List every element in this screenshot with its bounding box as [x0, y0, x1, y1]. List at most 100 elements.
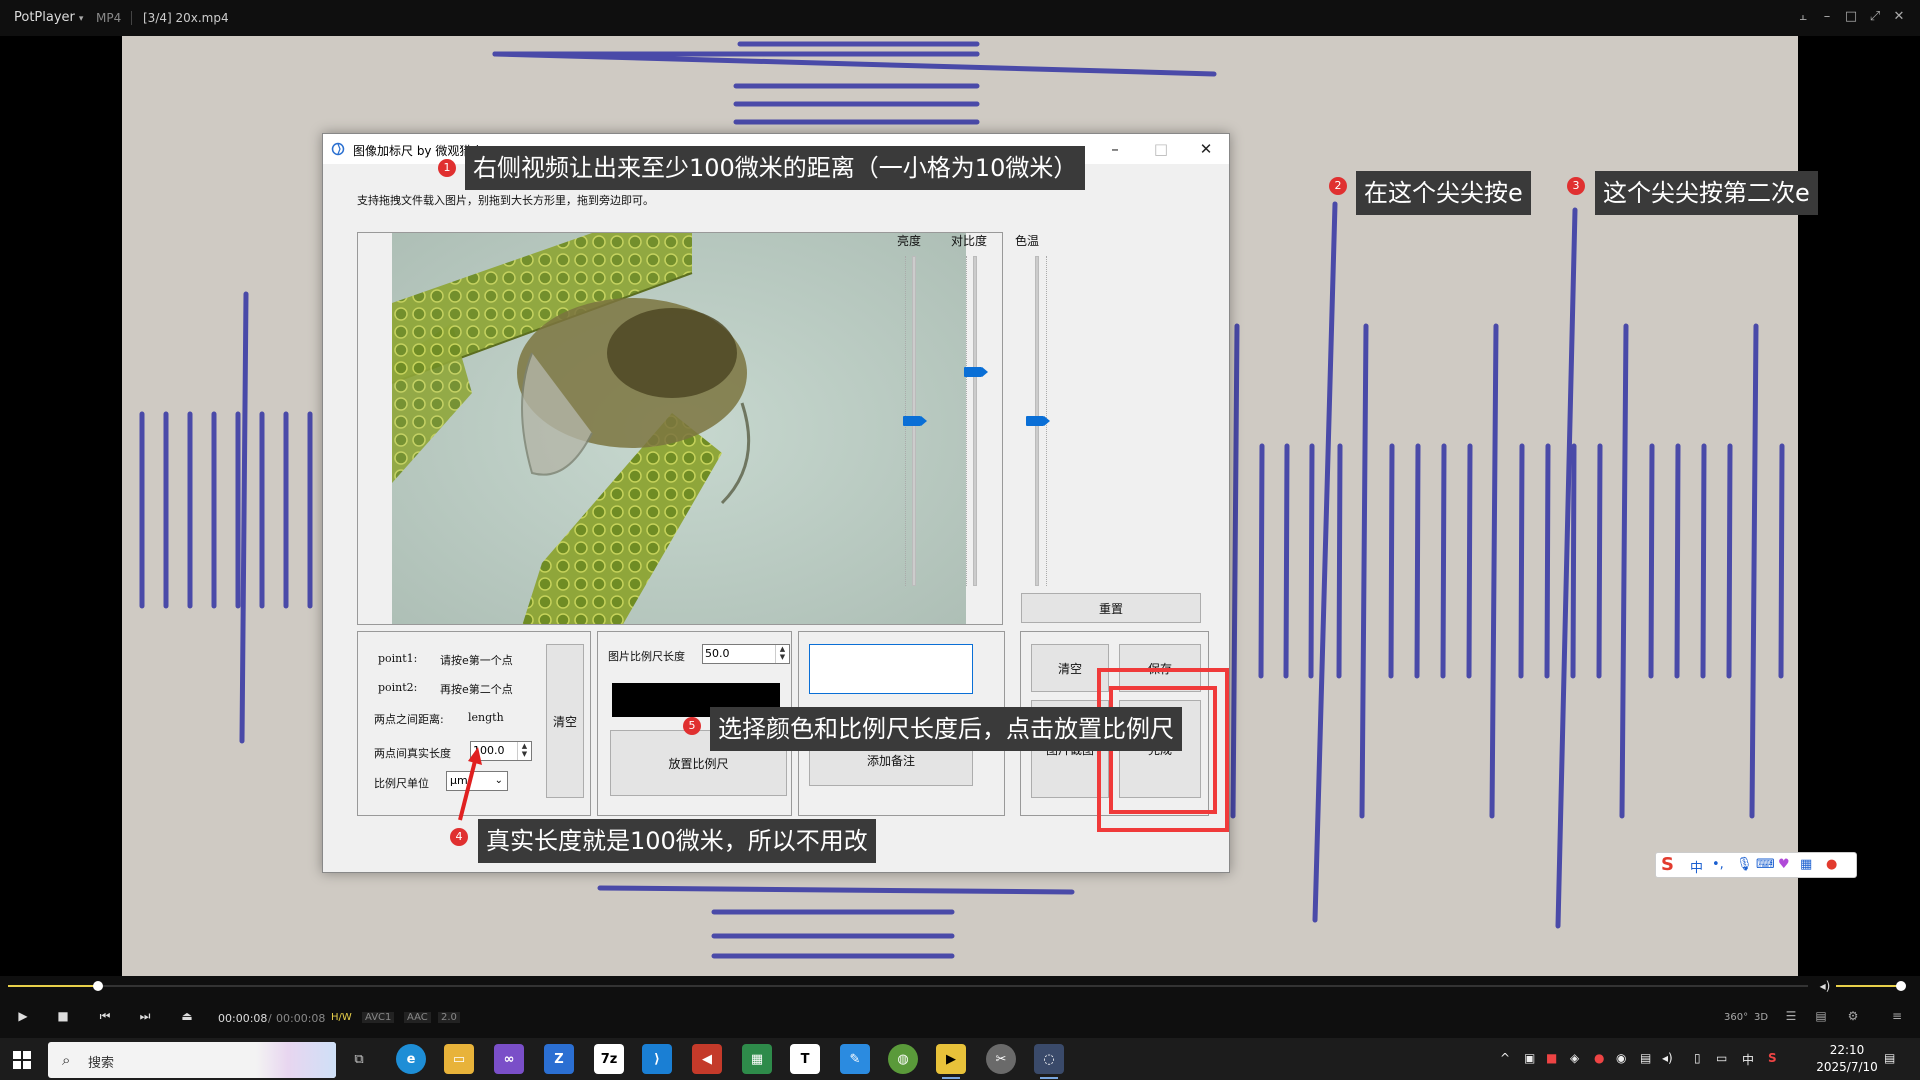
eject-icon[interactable]: ⏏ [178, 1009, 196, 1023]
skin-icon[interactable]: ♥ [1778, 857, 1790, 872]
seek-bar[interactable] [8, 981, 1808, 991]
edge-icon[interactable]: e [396, 1044, 426, 1074]
avatar-icon[interactable]: ● [1826, 857, 1837, 872]
settings-gear-icon[interactable]: ⚙ [1844, 1009, 1862, 1023]
stop-icon[interactable]: ■ [54, 1009, 72, 1023]
scale-length-value: 50.0 [705, 647, 730, 660]
ruler-line [1388, 443, 1395, 679]
capture-icon[interactable]: ▤ [1812, 1009, 1830, 1023]
ime-language[interactable]: 中 [1690, 857, 1703, 876]
brightness-thumb[interactable] [903, 416, 927, 426]
task-view-icon[interactable]: ⧉ [344, 1044, 374, 1074]
arrow-pointer [458, 747, 482, 821]
vscode-icon[interactable]: ⟩ [642, 1044, 672, 1074]
tray-app-icon-1[interactable]: ▣ [1524, 1051, 1535, 1065]
notification-icon[interactable]: ▤ [1884, 1051, 1895, 1065]
typora-icon[interactable]: T [790, 1044, 820, 1074]
player-control-bar: ◂) ▶ ■ ⏮ ⏭ ⏏ 00:00:08 / 00:00:08 H/W AVC… [0, 976, 1920, 1038]
audio-app-icon[interactable]: ◀ [692, 1044, 722, 1074]
usb-icon[interactable]: ▯ [1694, 1051, 1701, 1065]
ruler-line [1596, 443, 1603, 679]
playlist-search-icon[interactable]: ☰ [1782, 1009, 1800, 1023]
3d-button[interactable]: 3D [1754, 1012, 1768, 1023]
snipping-app-icon[interactable]: ✂ [986, 1044, 1016, 1074]
potplayer-app-icon[interactable]: ▶ [936, 1044, 966, 1079]
app-logo-icon [331, 142, 345, 156]
point1-value: 请按e第一个点 [440, 654, 513, 667]
ruler-line [1570, 443, 1577, 679]
app-close-icon[interactable]: ✕ [1198, 140, 1214, 158]
tray-overflow-icon[interactable]: ^ [1500, 1051, 1510, 1065]
volume-bar[interactable] [1836, 981, 1906, 991]
taskbar-clock[interactable]: 22:10 2025/7/10 [1812, 1042, 1882, 1076]
ruler-app-icon[interactable]: ◌ [1034, 1044, 1064, 1079]
clock-date: 2025/7/10 [1816, 1060, 1878, 1074]
tray-app-icon-4[interactable]: ● [1594, 1051, 1604, 1065]
visual-studio-icon[interactable]: ∞ [494, 1044, 524, 1074]
fullscreen-icon[interactable]: ⤢ [1868, 9, 1882, 24]
scale-length-input[interactable]: 50.0 ▲ ▼ [702, 644, 790, 664]
menu-icon[interactable]: ≡ [1888, 1009, 1906, 1023]
network-icon[interactable]: ▭ [1716, 1051, 1727, 1065]
ime-indicator[interactable]: 中 [1742, 1051, 1754, 1068]
callout-4: 真实长度就是100微米，所以不用改 [478, 819, 876, 863]
speaker-icon[interactable]: ◂) [1816, 979, 1834, 993]
volume-knob[interactable] [1896, 981, 1906, 991]
play-icon[interactable]: ▶ [14, 1009, 32, 1023]
file-explorer-icon[interactable]: ▭ [444, 1044, 474, 1074]
seek-knob[interactable] [93, 981, 103, 991]
taskbar-search[interactable]: ⌕ 搜索 [48, 1042, 336, 1078]
7zip-icon[interactable]: 7z [594, 1044, 624, 1074]
audio-codec-tag[interactable]: AAC [404, 1012, 431, 1023]
total-time: 00:00:08 [276, 1012, 326, 1025]
excel-app-icon[interactable]: ▦ [742, 1044, 772, 1074]
app-minimize-icon[interactable]: – [1107, 140, 1123, 158]
callout-4-badge: 4 [450, 828, 468, 846]
zend-icon[interactable]: Z [544, 1044, 574, 1074]
ime-toolbar[interactable]: S 中 •, 🎙 ⌨ ♥ ▦ ● [1655, 852, 1857, 878]
temperature-thumb[interactable] [1026, 416, 1050, 426]
note-input[interactable] [809, 644, 973, 694]
app-maximize-icon[interactable]: □ [1153, 140, 1169, 158]
windows-start-icon[interactable] [12, 1050, 32, 1070]
audio-channels-tag[interactable]: 2.0 [438, 1012, 460, 1023]
video-codec-tag[interactable]: AVC1 [362, 1012, 395, 1023]
ruler-line [1258, 443, 1265, 679]
contrast-slider[interactable] [973, 256, 977, 586]
tray-app-icon-3[interactable]: ◈ [1570, 1051, 1579, 1065]
microscope-photo [392, 233, 966, 624]
vr-360-button[interactable]: 360° [1724, 1012, 1748, 1023]
callout-1: 右侧视频让出来至少100微米的距离（一小格为10微米） [465, 146, 1086, 190]
callout-5-badge: 5 [683, 717, 701, 735]
minimize-icon[interactable]: – [1820, 9, 1834, 24]
previous-icon[interactable]: ⏮ [96, 1009, 114, 1024]
tray-app-icon-2[interactable]: ■ [1546, 1051, 1557, 1065]
globe-app-icon[interactable]: ◍ [888, 1044, 918, 1074]
hw-decode-tag[interactable]: H/W [328, 1012, 355, 1023]
sogou-tray-icon[interactable]: S [1768, 1051, 1777, 1065]
steam-icon[interactable]: ◉ [1616, 1051, 1626, 1065]
ruler-line [1359, 323, 1369, 819]
close-icon[interactable]: ✕ [1892, 9, 1906, 24]
whiteboard-icon[interactable]: ✎ [840, 1044, 870, 1074]
ime-punct[interactable]: •, [1712, 857, 1724, 872]
grid-icon[interactable]: ▦ [1800, 857, 1812, 872]
player-menu-button[interactable]: PotPlayer ▾ [14, 10, 83, 25]
next-icon[interactable]: ⏭ [136, 1009, 154, 1024]
callout-2-badge: 2 [1329, 177, 1347, 195]
microphone-icon[interactable]: 🎙 [1736, 857, 1753, 872]
reset-button[interactable]: 重置 [1021, 593, 1201, 623]
keyboard-icon[interactable]: ⌨ [1756, 857, 1775, 872]
spin-arrows-icon[interactable]: ▲ ▼ [775, 645, 789, 663]
spin-arrows-icon[interactable]: ▲ ▼ [517, 742, 531, 760]
tray-app-icon-5[interactable]: ▤ [1640, 1051, 1651, 1065]
title-divider [131, 11, 132, 25]
ruler-line [1230, 323, 1240, 819]
pin-icon[interactable]: ⫠ [1796, 9, 1810, 24]
ruler-line [1489, 323, 1499, 819]
callout-3-badge: 3 [1567, 177, 1585, 195]
maximize-icon[interactable]: □ [1844, 9, 1858, 24]
measure-clear-button[interactable]: 清空 [546, 644, 584, 798]
volume-icon[interactable]: ◂) [1662, 1051, 1673, 1065]
contrast-thumb[interactable] [964, 366, 988, 377]
